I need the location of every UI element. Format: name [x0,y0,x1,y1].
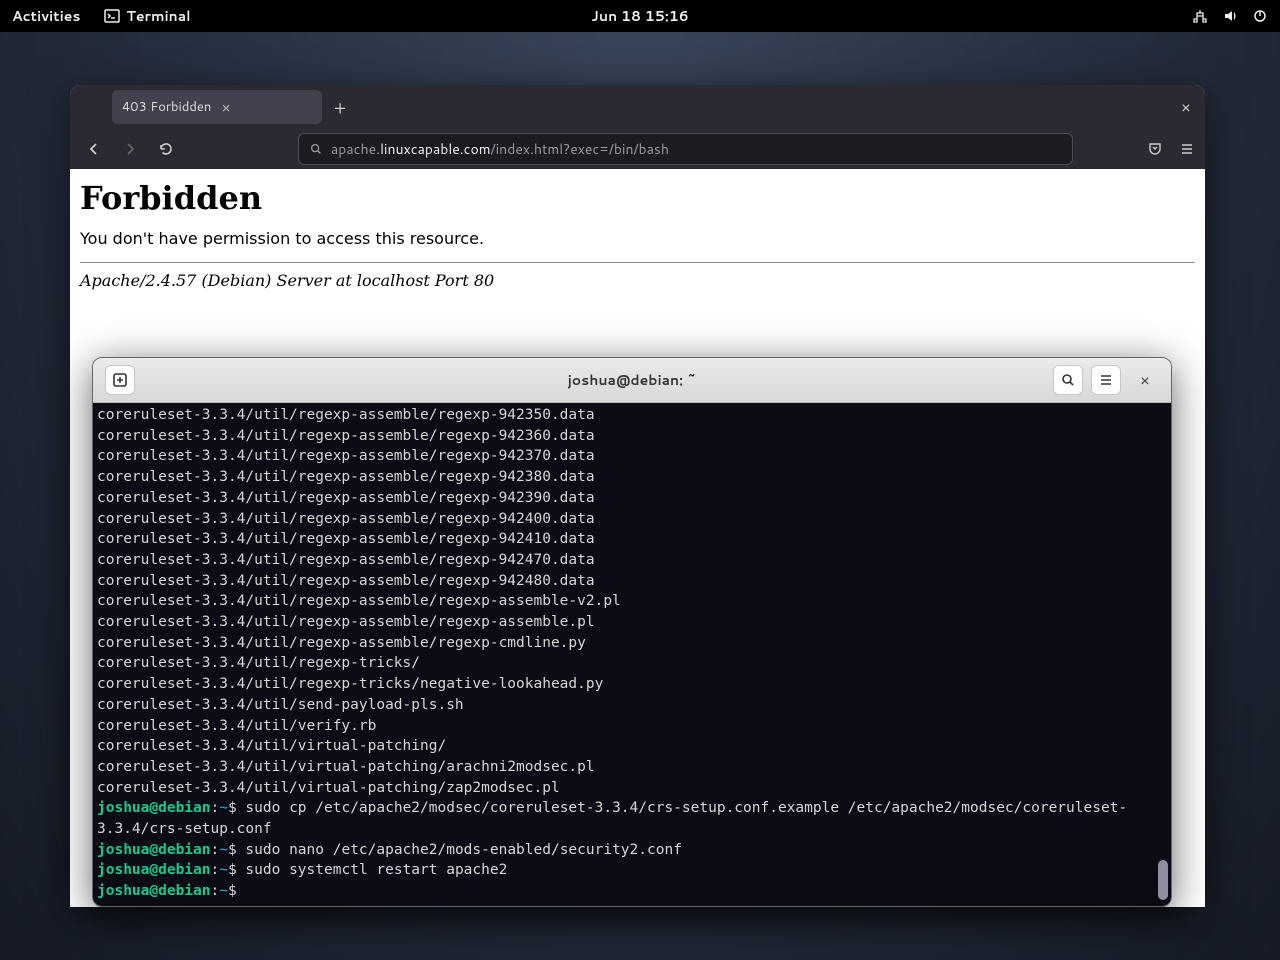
server-signature: Apache/2.4.57 (Debian) Server at localho… [80,271,1195,290]
topbar-app-label: Terminal [126,6,190,26]
page-divider [80,262,1195,263]
activities-button[interactable]: Activities [12,6,80,26]
window-close-icon[interactable]: × [1181,96,1191,119]
terminal-close-button[interactable]: × [1129,369,1161,392]
url-rest: /index.html?exec=/bin/bash [491,139,669,159]
hamburger-menu-icon[interactable] [1179,141,1195,157]
tab-close-icon[interactable]: × [221,97,231,118]
terminal-icon [104,8,120,24]
page-heading: Forbidden [80,179,1195,217]
terminal-body[interactable]: coreruleset-3.3.4/util/regexp-assemble/r… [93,403,1171,906]
forward-button[interactable] [116,135,144,163]
reload-button[interactable] [152,135,180,163]
network-icon[interactable] [1192,8,1208,24]
topbar-clock[interactable]: Jun 18 15:16 [591,6,688,26]
browser-toolbar: apache.linuxcapable.com/index.html?exec=… [70,129,1205,169]
url-bar[interactable]: apache.linuxcapable.com/index.html?exec=… [298,133,1073,165]
power-icon[interactable] [1252,8,1268,24]
terminal-window: joshua@debian: ~ × coreruleset-3.3.4/uti… [92,357,1172,907]
terminal-header: joshua@debian: ~ × [93,358,1171,403]
tab-strip: 403 Forbidden × + × [70,85,1205,129]
tab-title: 403 Forbidden [122,98,211,116]
page-message: You don't have permission to access this… [80,229,1195,248]
new-tab-terminal-button[interactable] [105,365,135,395]
terminal-search-button[interactable] [1053,365,1083,395]
search-icon [309,142,323,156]
url-host: linuxcapable.com [380,139,491,159]
topbar-app-indicator[interactable]: Terminal [104,6,190,26]
new-tab-button[interactable]: + [334,94,346,120]
back-button[interactable] [80,135,108,163]
terminal-menu-button[interactable] [1091,365,1121,395]
terminal-scrollbar[interactable] [1157,403,1169,906]
pocket-icon[interactable] [1147,141,1163,157]
browser-tab[interactable]: 403 Forbidden × [112,90,322,124]
page-content: Forbidden You don't have permission to a… [70,169,1205,300]
gnome-top-bar: Activities Terminal Jun 18 15:16 [0,0,1280,32]
browser-chrome: 403 Forbidden × + × apache.linuxcapable.… [70,85,1205,169]
terminal-title: joshua@debian: ~ [568,370,697,390]
volume-icon[interactable] [1222,8,1238,24]
url-pre: apache. [331,139,380,159]
